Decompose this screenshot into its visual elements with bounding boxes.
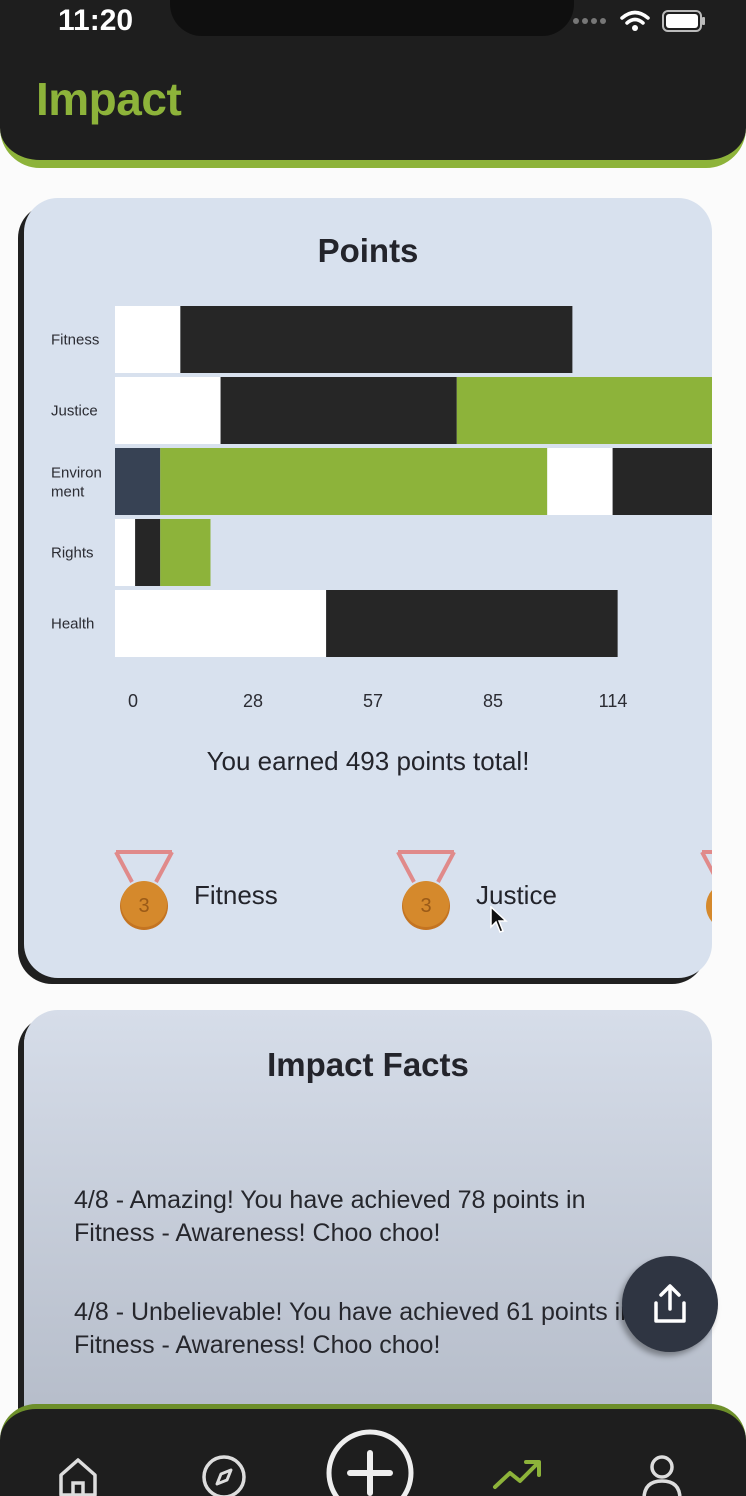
nav-explore[interactable] bbox=[200, 1453, 248, 1496]
x-tick-label: 114 bbox=[599, 691, 628, 711]
trending-icon bbox=[493, 1460, 541, 1489]
wifi-icon bbox=[620, 10, 650, 31]
bar-segment bbox=[115, 306, 181, 373]
profile-icon bbox=[642, 1455, 682, 1496]
bar-segment bbox=[115, 448, 161, 515]
app-header: 11:20 Impact bbox=[0, 0, 746, 168]
medal-icon: 3 bbox=[396, 850, 456, 930]
fact-item: 4/8 - Unbelievable! You have achieved 61… bbox=[74, 1298, 635, 1359]
device-notch bbox=[170, 0, 574, 36]
bar-segment bbox=[612, 448, 712, 515]
medal-label: Justice bbox=[476, 879, 557, 910]
medal-fitness[interactable]: 3 Fitness bbox=[112, 848, 278, 934]
signal-icon bbox=[573, 18, 606, 24]
nav-impact[interactable] bbox=[492, 1457, 544, 1496]
medal-justice[interactable]: 3 Justice bbox=[394, 848, 557, 934]
medal-row: 3 Fitness 3 Justice bbox=[112, 848, 712, 948]
share-icon bbox=[654, 1284, 686, 1323]
bottom-nav bbox=[0, 1404, 746, 1496]
category-label: Justice bbox=[51, 403, 98, 420]
x-tick-label: 85 bbox=[483, 691, 503, 711]
page-title: Impact bbox=[36, 73, 182, 125]
category-label: Rights bbox=[51, 545, 94, 562]
category-label: Health bbox=[51, 616, 94, 633]
medal-partial[interactable] bbox=[698, 848, 712, 934]
add-icon bbox=[326, 1429, 414, 1496]
category-label: Fitness bbox=[51, 332, 99, 349]
nav-add[interactable] bbox=[324, 1427, 416, 1496]
bar-segment bbox=[160, 519, 211, 586]
bar-segment bbox=[135, 519, 161, 586]
nav-profile[interactable] bbox=[640, 1453, 684, 1496]
bar-segment bbox=[115, 590, 327, 657]
bar-segment bbox=[180, 306, 573, 373]
status-time: 11:20 bbox=[58, 4, 134, 37]
compass-icon bbox=[202, 1455, 246, 1496]
status-icons bbox=[572, 10, 706, 32]
x-tick-label: 57 bbox=[363, 691, 383, 711]
fact-item: 4/8 - Amazing! You have achieved 78 poin… bbox=[74, 1186, 586, 1247]
x-tick-label: 28 bbox=[243, 691, 263, 711]
bar-segment bbox=[115, 377, 221, 444]
bar-segment bbox=[456, 377, 712, 444]
category-label: Environ ment bbox=[51, 465, 102, 501]
battery-icon bbox=[662, 10, 705, 32]
medal-rank: 3 bbox=[420, 895, 431, 917]
mouse-cursor-icon bbox=[490, 906, 508, 933]
bar-segment bbox=[115, 519, 136, 586]
medal-icon bbox=[700, 850, 712, 922]
total-points-text: You earned 493 points total! bbox=[206, 746, 530, 776]
bar-segment bbox=[220, 377, 457, 444]
x-tick-label: 0 bbox=[128, 691, 138, 711]
medal-rank: 3 bbox=[138, 895, 149, 917]
points-card: Points Fitness Justice Environ ment Rights He… bbox=[24, 198, 712, 978]
home-icon bbox=[59, 1458, 97, 1496]
nav-home[interactable] bbox=[56, 1455, 100, 1496]
medal-icon: 3 bbox=[114, 850, 174, 930]
bar-segment bbox=[326, 590, 618, 657]
points-bar-chart: Fitness Justice Environ ment Rights Health 0 28… bbox=[51, 306, 712, 711]
impact-facts-card: Impact Facts 4/8 - Amazing! You have ach… bbox=[24, 1010, 712, 1450]
share-button[interactable] bbox=[622, 1256, 718, 1352]
bar-segment bbox=[160, 448, 548, 515]
impact-facts-title: Impact Facts bbox=[267, 1046, 469, 1083]
medal-label: Fitness bbox=[194, 879, 278, 910]
bar-segment bbox=[547, 448, 613, 515]
